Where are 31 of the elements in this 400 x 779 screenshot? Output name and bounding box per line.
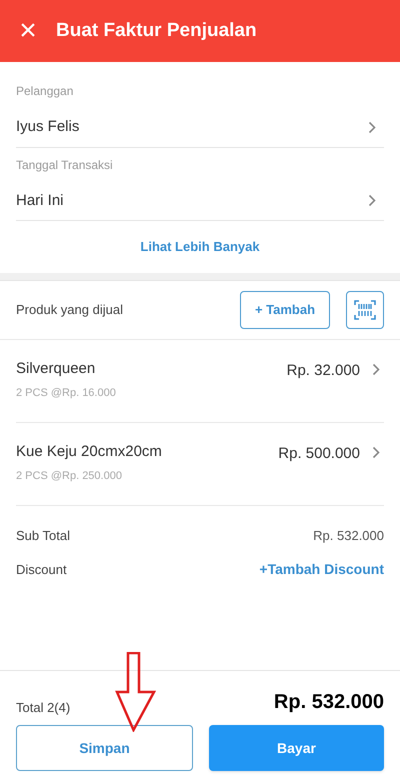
field-label: Pelanggan xyxy=(16,83,74,100)
see-more-link[interactable]: Lihat Lebih Banyak xyxy=(140,237,260,256)
product-detail: 2 PCS @Rp. 16.000 xyxy=(16,386,116,401)
subtotal-value: Rp. 532.000 xyxy=(313,526,384,545)
chevron-right-icon xyxy=(372,446,380,458)
field-label: Tanggal Transaksi xyxy=(16,156,114,174)
section-title: Produk yang dijual xyxy=(16,300,123,319)
pay-button[interactable]: Bayar xyxy=(209,725,384,771)
chevron-right-icon xyxy=(368,120,376,134)
add-discount-link[interactable]: +Tambah Discount xyxy=(259,559,384,580)
product-row[interactable]: Kue Keju 20cmx20cm 2 PCS @Rp. 250.000 Rp. 500.000 xyxy=(16,422,384,506)
subtotal-label: Sub Total xyxy=(16,526,70,544)
product-name: Kue Keju 20cmx20cm xyxy=(16,442,162,462)
product-price: Rp. 32.000 xyxy=(286,360,360,380)
product-price: Rp. 500.000 xyxy=(278,444,360,464)
field-row[interactable]: Hari Ini xyxy=(16,182,384,221)
barcode-icon xyxy=(354,300,376,320)
barcode-scan-button[interactable] xyxy=(346,290,384,328)
field-row[interactable]: Iyus Felis xyxy=(16,108,384,148)
product-row[interactable]: Silverqueen 2 PCS @Rp. 16.000 Rp. 32.000 xyxy=(16,340,384,422)
save-button[interactable]: Simpan xyxy=(16,725,193,771)
add-button[interactable]: + Tambah xyxy=(240,290,330,328)
screen-title: Buat Faktur Penjualan xyxy=(56,18,257,43)
product-name: Silverqueen xyxy=(16,358,96,378)
chevron-right-icon xyxy=(368,194,376,208)
product-detail: 2 PCS @Rp. 250.000 xyxy=(16,469,123,484)
close-button[interactable]: × xyxy=(16,16,40,46)
total-label: Total 2(4) xyxy=(16,698,70,717)
discount-label: Discount xyxy=(16,560,67,579)
total-value: Rp. 532.000 xyxy=(274,690,384,715)
chevron-right-icon xyxy=(372,362,380,376)
